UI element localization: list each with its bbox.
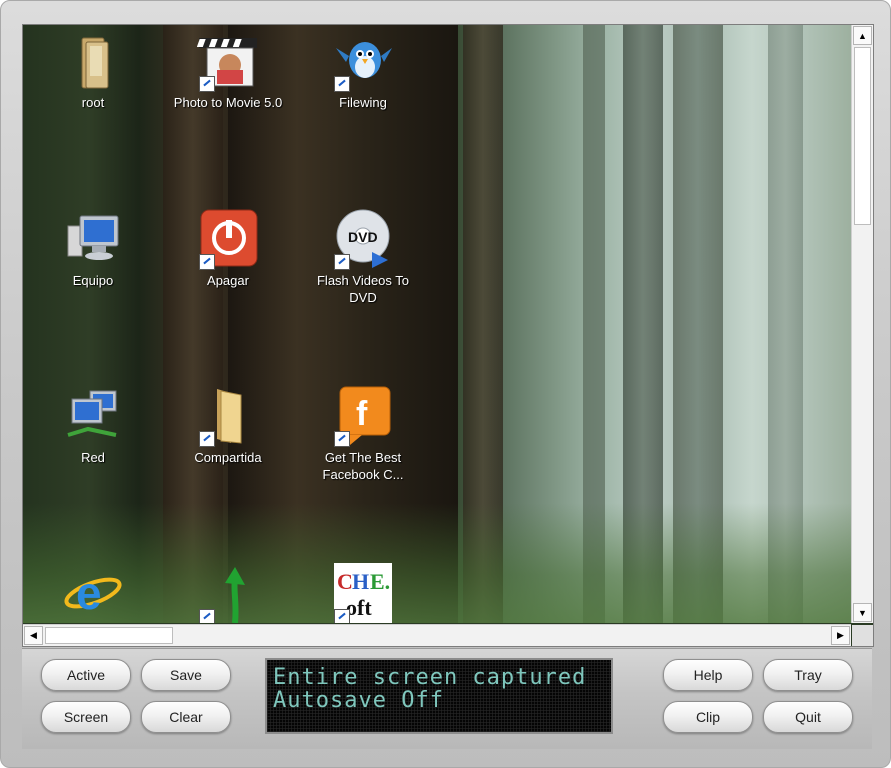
shortcut-arrow-icon	[334, 76, 350, 92]
screen-button[interactable]: Screen	[41, 701, 131, 733]
svg-text:e: e	[76, 567, 102, 619]
shortcut-arrow-icon	[199, 431, 215, 447]
power-icon	[197, 208, 259, 270]
desktop-icon-get-the-best-facebook[interactable]: f Get The Best Facebook C...	[308, 385, 418, 483]
save-button[interactable]: Save	[141, 659, 231, 691]
control-panel: Active Save Screen Clear Entire screen c…	[22, 648, 872, 749]
desktop-icon-apagar[interactable]: Apagar	[173, 208, 283, 289]
status-line-1: Entire screen captured	[273, 665, 587, 690]
chesoft-icon: C H E. oft	[332, 563, 394, 623]
tray-button[interactable]: Tray	[763, 659, 853, 691]
shortcut-arrow-icon	[334, 254, 350, 270]
quit-button[interactable]: Quit	[763, 701, 853, 733]
bird-icon	[332, 30, 394, 92]
status-line-2: Autosave Off	[273, 688, 444, 713]
shortcut-arrow-icon	[334, 609, 350, 623]
shortcut-arrow-icon	[199, 254, 215, 270]
computer-icon	[62, 208, 124, 270]
shortcut-arrow-icon	[199, 76, 215, 92]
desktop-icon-green-arrow[interactable]	[173, 563, 283, 623]
vertical-scroll-thumb[interactable]	[854, 47, 871, 225]
desktop-icon-filewing[interactable]: Filewing	[308, 30, 418, 111]
desktop-icon-compartida[interactable]: Compartida	[173, 385, 283, 466]
captured-desktop-image: root Photo to Movie 5.0 Filewing Equipo …	[23, 25, 851, 623]
folder-icon	[62, 30, 124, 92]
green-arrow-icon	[197, 563, 259, 623]
scrollbar-corner	[852, 625, 873, 646]
scroll-down-button[interactable]: ▼	[853, 603, 872, 622]
photo-to-movie-icon	[196, 30, 259, 92]
active-button[interactable]: Active	[41, 659, 131, 691]
desktop-icon-equipo[interactable]: Equipo	[38, 208, 148, 289]
status-display: Entire screen captured Autosave Off	[265, 658, 613, 734]
scroll-up-button[interactable]: ▲	[853, 26, 872, 45]
shortcut-arrow-icon	[334, 431, 350, 447]
horizontal-scrollbar[interactable]: ◀ ▶	[23, 624, 851, 646]
dvd-icon: DVD	[332, 208, 394, 270]
clear-button[interactable]: Clear	[141, 701, 231, 733]
desktop-icon-red[interactable]: Red	[38, 385, 148, 466]
folder-icon	[197, 385, 259, 447]
network-icon	[62, 385, 124, 447]
desktop-icon-internet-explorer[interactable]: e	[38, 563, 148, 623]
svg-text:E.: E.	[370, 569, 390, 594]
app-window: root Photo to Movie 5.0 Filewing Equipo …	[0, 0, 891, 768]
svg-text:H: H	[352, 569, 369, 594]
desktop-icon-chesoft[interactable]: C H E. oft	[308, 563, 418, 623]
internet-explorer-icon: e	[62, 563, 124, 623]
svg-text:DVD: DVD	[348, 229, 378, 245]
vertical-scrollbar[interactable]: ▲ ▼	[851, 25, 873, 623]
svg-text:f: f	[356, 395, 368, 433]
clip-button[interactable]: Clip	[663, 701, 753, 733]
svg-text:C: C	[337, 569, 353, 594]
capture-preview: root Photo to Movie 5.0 Filewing Equipo …	[22, 24, 874, 647]
scroll-left-button[interactable]: ◀	[24, 626, 43, 645]
shortcut-arrow-icon	[199, 609, 215, 623]
desktop-icon-root[interactable]: root	[38, 30, 148, 111]
horizontal-scroll-thumb[interactable]	[45, 627, 173, 644]
help-button[interactable]: Help	[663, 659, 753, 691]
desktop-icon-photo-to-movie[interactable]: Photo to Movie 5.0	[173, 30, 283, 111]
scroll-right-button[interactable]: ▶	[831, 626, 850, 645]
desktop-icon-flash-videos-to-dvd[interactable]: DVD Flash Videos To DVD	[308, 208, 418, 306]
facebook-icon: f	[332, 385, 394, 447]
